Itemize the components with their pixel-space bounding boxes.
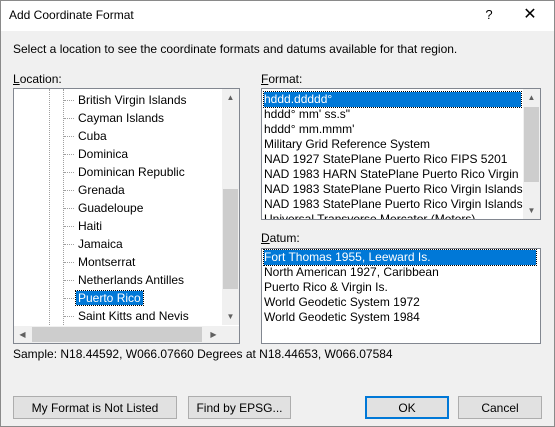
location-item-label: Puerto Rico: [75, 290, 144, 306]
location-tree-item[interactable]: Montserrat: [64, 254, 137, 271]
location-label: Location:: [13, 72, 62, 86]
scroll-left-icon[interactable]: ◀: [14, 326, 31, 343]
ok-button[interactable]: OK: [365, 396, 449, 419]
add-coordinate-format-dialog: Add Coordinate Format ? ✕ Select a locat…: [0, 0, 555, 427]
sample-text: Sample: N18.44592, W066.07660 Degrees at…: [13, 347, 393, 361]
tree-connector: [64, 153, 74, 156]
my-format-not-listed-button[interactable]: My Format is Not Listed: [13, 396, 177, 419]
location-tree-item[interactable]: Cayman Islands: [64, 110, 166, 127]
help-icon[interactable]: ?: [479, 4, 499, 26]
scroll-up-icon[interactable]: ▲: [222, 89, 239, 106]
location-item-label: Jamaica: [78, 237, 123, 251]
location-tree-item[interactable]: Haiti: [64, 218, 104, 235]
format-vertical-scrollbar[interactable]: ▲ ▼: [523, 89, 540, 219]
location-tree-item[interactable]: Dominica: [64, 146, 130, 163]
scroll-right-icon[interactable]: ▶: [205, 326, 222, 343]
location-item-label: Grenada: [78, 183, 125, 197]
location-tree-item[interactable]: Netherlands Antilles: [64, 272, 186, 289]
tree-connector: [64, 189, 74, 192]
scroll-up-icon[interactable]: ▲: [523, 89, 540, 106]
format-label-rest: ormat:: [268, 72, 303, 86]
format-list-item[interactable]: hddd.ddddd°: [263, 91, 522, 108]
datum-label: Datum:: [261, 231, 300, 245]
find-by-epsg-button[interactable]: Find by EPSG...: [188, 396, 291, 419]
scroll-thumb[interactable]: [32, 327, 202, 342]
format-list-item[interactable]: Military Grid Reference System: [264, 137, 430, 152]
location-tree-item[interactable]: Cuba: [64, 128, 109, 145]
cancel-button[interactable]: Cancel: [458, 396, 542, 419]
location-item-label: Saint Kitts and Nevis: [78, 309, 189, 323]
location-label-rest: ocation:: [19, 72, 62, 86]
format-list-item[interactable]: hddd° mm' ss.s": [264, 107, 350, 122]
scroll-down-icon[interactable]: ▼: [523, 202, 540, 219]
datum-list-item[interactable]: World Geodetic System 1984: [264, 310, 420, 325]
datum-list[interactable]: Fort Thomas 1955, Leeward Is. North Ameri…: [261, 248, 541, 344]
tree-connector: [64, 99, 74, 102]
location-tree-item[interactable]: Saint Kitts and Nevis: [64, 308, 191, 325]
format-list-item[interactable]: NAD 1983 HARN StatePlane Puerto Rico Vir…: [264, 167, 534, 182]
tree-connector: [64, 207, 74, 210]
location-item-label: Dominica: [78, 147, 129, 161]
format-list-item[interactable]: Universal Transverse Mercator (Meters): [264, 212, 475, 219]
format-list-item[interactable]: NAD 1983 StatePlane Puerto Rico Virgin I…: [264, 182, 533, 197]
location-item-label: Netherlands Antilles: [78, 273, 185, 287]
tree-connector: [64, 261, 74, 264]
datum-list-item[interactable]: Fort Thomas 1955, Leeward Is.: [263, 249, 537, 266]
location-label-accel: L: [13, 72, 20, 86]
datum-label-accel: D: [261, 231, 270, 245]
location-item-label: British Virgin Islands: [78, 93, 187, 107]
location-item-label: Guadeloupe: [78, 201, 144, 215]
tree-connector: [64, 297, 74, 300]
location-item-label: Dominican Republic: [78, 165, 185, 179]
close-icon[interactable]: ✕: [519, 4, 541, 26]
scroll-thumb[interactable]: [524, 107, 539, 182]
location-item-label: Montserrat: [78, 255, 136, 269]
tree-connector: [64, 279, 74, 282]
scrollbar-corner: [222, 326, 239, 343]
format-list-item[interactable]: NAD 1927 StatePlane Puerto Rico FIPS 520…: [264, 152, 507, 167]
tree-connector: [64, 135, 74, 138]
tree-connector: [64, 117, 74, 120]
location-tree-item[interactable]: Jamaica: [64, 236, 125, 253]
location-tree-item[interactable]: British Virgin Islands: [64, 92, 189, 109]
location-tree[interactable]: British Virgin Islands Cayman Islands Cuba…: [13, 88, 240, 344]
scroll-thumb[interactable]: [223, 189, 238, 289]
format-label: Format:: [261, 72, 302, 86]
instructions-text: Select a location to see the coordinate …: [13, 42, 458, 56]
format-list[interactable]: hddd.ddddd° hddd° mm' ss.s" hddd° mm.mmm' M…: [261, 88, 541, 220]
location-horizontal-scrollbar[interactable]: ◀ ▶: [14, 326, 222, 343]
datum-list-item[interactable]: World Geodetic System 1972: [264, 295, 420, 310]
dialog-title: Add Coordinate Format: [9, 8, 134, 22]
location-vertical-scrollbar[interactable]: ▲ ▼: [222, 89, 239, 325]
datum-label-rest: atum:: [269, 231, 300, 245]
tree-connector: [64, 171, 74, 174]
tree-connector: [64, 243, 74, 246]
datum-list-item[interactable]: Puerto Rico & Virgin Is.: [264, 280, 388, 295]
format-list-item[interactable]: NAD 1983 StatePlane Puerto Rico Virgin I…: [264, 197, 533, 212]
location-item-label: Haiti: [78, 219, 103, 233]
location-tree-item[interactable]: Grenada: [64, 182, 127, 199]
location-item-label: Cayman Islands: [78, 111, 165, 125]
tree-connector: [64, 315, 74, 318]
tree-connector: [64, 225, 74, 228]
datum-list-item[interactable]: North American 1927, Caribbean: [264, 265, 439, 280]
scroll-down-icon[interactable]: ▼: [222, 308, 239, 325]
location-tree-item[interactable]: Guadeloupe: [64, 200, 145, 217]
location-item-label: Cuba: [78, 129, 107, 143]
location-tree-item[interactable]: Dominican Republic: [64, 164, 187, 181]
format-list-item[interactable]: hddd° mm.mmm': [264, 122, 354, 137]
title-bar: Add Coordinate Format ? ✕: [1, 1, 554, 31]
tree-guide-line: [49, 89, 50, 325]
location-tree-item[interactable]: Puerto Rico: [64, 290, 144, 307]
